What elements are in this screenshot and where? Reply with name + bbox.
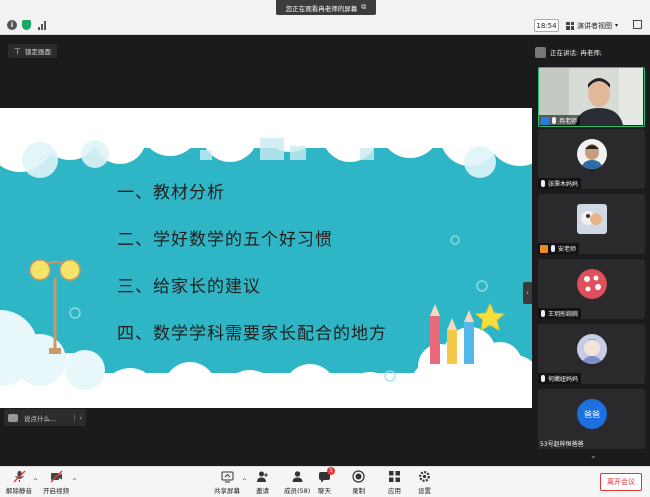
microphone-icon <box>551 245 555 252</box>
speaking-label: 正在讲话: 冉老师; <box>550 49 602 57</box>
toggle-panel-button[interactable]: › <box>523 282 532 304</box>
record-label: 录制 <box>352 487 365 495</box>
chat-label: 聊天 <box>318 487 331 495</box>
participant-name: 王玥彤婉婉 <box>548 311 579 318</box>
meeting-window: 您正在观看冉老师的屏幕 ⧉ i 18:54 演讲者视图 ▾ ⊤ 锁定画面 一、教… <box>0 0 650 497</box>
agenda-item: 一、教材分析 <box>117 183 225 203</box>
chevron-down-icon: ▾ <box>615 22 619 29</box>
grid-view-icon <box>566 21 574 30</box>
fullscreen-icon[interactable] <box>633 20 642 29</box>
invite-button[interactable]: 邀请 <box>256 470 269 495</box>
chat-button[interactable]: 1 聊天 <box>318 467 335 495</box>
microphone-icon <box>552 117 556 124</box>
participant-text-avatar: 爸爸 <box>577 399 607 429</box>
share-banner-text: 您正在观看冉老师的屏幕 <box>285 4 358 13</box>
participant-name-bar: 何嫩妞妈妈 <box>538 373 582 384</box>
chat-placeholder: 说点什么... <box>24 414 57 423</box>
agenda-item: 二、学好数学的五个好习惯 <box>117 230 333 250</box>
participant-tile[interactable]: 张霈木妈妈 <box>538 129 645 189</box>
view-mode-label: 演讲者视图 <box>577 21 612 30</box>
top-bar: 您正在观看冉老师的屏幕 ⧉ i 18:54 演讲者视图 ▾ <box>0 0 650 35</box>
collapse-chat-icon[interactable]: ‹ <box>74 413 86 422</box>
participant-tile[interactable]: 王玥彤婉婉 <box>538 259 645 319</box>
exit-fullscreen-icon[interactable]: ⧉ <box>361 3 366 12</box>
chat-notification-badge: 1 <box>327 467 335 475</box>
settings-label: 设置 <box>418 487 431 495</box>
participant-panel: 正在讲话: 冉老师; 冉老师 张霈木妈妈 安老师 王玥彤婉婉 何嫩妞妈妈 爸爸 … <box>533 36 650 466</box>
participant-name: 53号赵梓恒爸爸 <box>540 441 584 448</box>
presentation-slide: 一、教材分析 二、学好数学的五个好习惯 三、给家长的建议 四、数学学科需要家长配… <box>0 108 532 408</box>
participant-name: 张霈木妈妈 <box>548 181 579 188</box>
speaker-avatar <box>535 46 546 58</box>
cohost-badge-icon <box>540 244 548 253</box>
participant-name-bar: 冉老师 <box>539 115 581 126</box>
members-icon <box>292 471 303 482</box>
chat-bubble-icon: 1 <box>318 467 335 483</box>
participant-name: 冉老师 <box>559 118 578 125</box>
signal-strength-icon[interactable] <box>38 21 47 30</box>
message-icon <box>8 413 18 422</box>
leave-meeting-button[interactable]: 离开会议 <box>600 473 642 491</box>
microphone-icon <box>541 310 545 317</box>
participant-tile[interactable]: 爸爸 53号赵梓恒爸爸 <box>538 389 645 449</box>
participant-avatar <box>577 334 607 364</box>
apps-label: 应用 <box>388 487 401 495</box>
participant-name-bar: 安老师 <box>538 243 580 254</box>
participant-avatar <box>577 204 607 234</box>
participant-avatar <box>577 269 607 299</box>
scroll-down-icon[interactable]: ⌄ <box>590 451 597 460</box>
microphone-icon <box>541 375 545 382</box>
record-icon <box>352 470 365 483</box>
slide-background <box>0 108 532 408</box>
agenda-item: 三、给家长的建议 <box>117 277 261 297</box>
share-screen-label: 共享屏幕 <box>214 487 240 495</box>
shared-screen-stage: ⊤ 锁定画面 一、教材分析 二、学好数学的五个好习惯 三、给家长的建议 四、数学… <box>0 36 532 426</box>
security-shield-icon[interactable] <box>22 20 31 30</box>
share-options-caret[interactable]: ^ <box>242 478 247 485</box>
agenda-item: 四、数学学科需要家长配合的地方 <box>117 324 387 344</box>
members-button[interactable]: 成员(58) <box>284 470 310 495</box>
pin-icon: ⊤ <box>14 46 21 56</box>
view-mode-toggle[interactable]: 演讲者视图 ▾ <box>566 19 618 32</box>
video-options-caret[interactable]: ^ <box>72 478 77 485</box>
microphone-icon <box>541 180 545 187</box>
participant-avatar <box>577 139 607 169</box>
share-screen-button[interactable]: 共享屏幕 <box>214 470 240 495</box>
participant-name-bar: 王玥彤婉婉 <box>538 308 582 319</box>
host-badge-icon <box>541 116 549 125</box>
participant-name: 安老师 <box>558 246 577 253</box>
apps-grid-icon <box>389 471 400 482</box>
speaking-indicator: 正在讲话: 冉老师; <box>533 45 650 59</box>
participant-tile[interactable]: 冉老师 <box>538 67 645 127</box>
start-video-label: 开启视频 <box>43 487 69 495</box>
lock-screen-label: 锁定画面 <box>24 48 51 56</box>
record-button[interactable]: 录制 <box>352 470 365 495</box>
unmute-label: 解除静音 <box>6 487 32 495</box>
members-label: 成员(58) <box>284 487 311 495</box>
chat-quick-input[interactable]: 说点什么... ‹ <box>4 409 86 426</box>
participant-name-bar: 53号赵梓恒爸爸 <box>538 438 587 449</box>
screen-share-banner[interactable]: 您正在观看冉老师的屏幕 ⧉ <box>276 0 376 15</box>
participant-name-bar: 张霈木妈妈 <box>538 178 582 189</box>
bottom-toolbar: 解除静音 ^ 开启视频 ^ 共享屏幕 ^ 邀请 成员(58) 1 聊天 录制 应… <box>0 466 650 497</box>
share-screen-icon <box>221 471 233 483</box>
participant-name: 何嫩妞妈妈 <box>548 376 579 383</box>
apps-button[interactable]: 应用 <box>388 470 401 495</box>
muted-microphone-icon <box>13 470 25 483</box>
invite-label: 邀请 <box>256 487 269 495</box>
invite-user-icon <box>257 471 268 482</box>
settings-button[interactable]: 设置 <box>418 470 431 495</box>
gear-icon <box>419 471 430 482</box>
unmute-button[interactable]: 解除静音 <box>6 470 32 495</box>
start-video-button[interactable]: 开启视频 <box>43 470 69 495</box>
meeting-clock: 18:54 <box>534 19 559 32</box>
lock-screen-button[interactable]: ⊤ 锁定画面 <box>8 44 57 58</box>
participant-tile[interactable]: 安老师 <box>538 194 645 254</box>
audio-options-caret[interactable]: ^ <box>33 478 38 485</box>
info-icon[interactable]: i <box>7 20 17 30</box>
video-off-icon <box>50 470 62 483</box>
participant-tile[interactable]: 何嫩妞妈妈 <box>538 324 645 384</box>
